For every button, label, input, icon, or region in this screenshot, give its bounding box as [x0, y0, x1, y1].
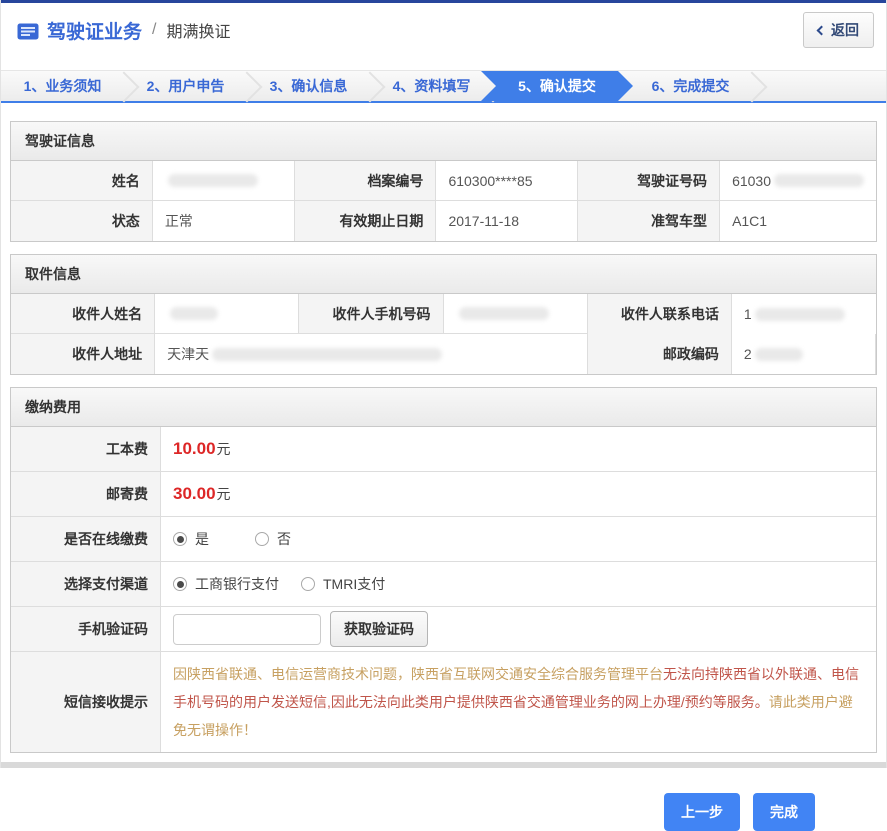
sms-notice-label: 短信接收提示: [11, 652, 161, 752]
status-value: 正常: [152, 201, 295, 241]
pickup-info-section: 取件信息 收件人姓名 收件人手机号码 收件人联系电话 1 收件人地址 天津天 邮…: [10, 254, 877, 375]
fee-value: 10.00 元: [161, 427, 876, 472]
chevron-left-icon: [816, 25, 827, 35]
breadcrumb-separator: /: [152, 21, 157, 38]
redacted-license-no: [774, 174, 864, 187]
pay-online-no-label: 否: [277, 531, 291, 547]
radio-unchecked-icon[interactable]: [255, 532, 269, 546]
step-navigation: 1、业务须知 2、用户申告 3、确认信息 4、资料填写 5、确认提交 6、完成提…: [1, 70, 886, 103]
radio-unchecked-icon[interactable]: [301, 577, 315, 591]
redacted-recipient-mobile: [458, 307, 549, 320]
file-no-label: 档案编号: [294, 161, 437, 201]
action-bar: 上一步 完成: [10, 765, 877, 831]
recipient-tel-label: 收件人联系电话: [587, 294, 732, 334]
payment-section: 缴纳费用 工本费 10.00元 邮寄费 30.00元 是否在线缴费 是 否: [10, 387, 877, 753]
name-label: 姓名: [11, 161, 153, 201]
postcode-label: 邮政编码: [587, 334, 732, 374]
file-no-value: 610300****85: [436, 161, 579, 201]
pay-online-options: 是 否: [161, 517, 876, 562]
get-code-button[interactable]: 获取验证码: [330, 611, 428, 647]
license-no-label: 驾驶证号码: [578, 161, 721, 201]
redacted-recipient-tel: [754, 307, 845, 321]
step-5-confirm-submit-active[interactable]: 5、确认提交: [481, 71, 633, 101]
expiry-label: 有效期止日期: [294, 201, 437, 241]
radio-checked-icon[interactable]: [173, 532, 187, 546]
channel-tmri-label: TMRI支付: [323, 576, 386, 592]
main-content: 驾驶证信息 姓名 档案编号 610300****85 驾驶证号码 61030 状…: [1, 103, 886, 831]
postcode-value: 2: [731, 334, 876, 374]
redacted-postcode: [754, 347, 803, 361]
payment-section-title: 缴纳费用: [11, 388, 876, 427]
radio-checked-icon[interactable]: [173, 577, 187, 591]
page-title: 驾驶证业务: [47, 21, 143, 43]
postage-amount: 30.00: [173, 484, 216, 503]
pay-online-label: 是否在线缴费: [11, 517, 161, 562]
postage-unit: 元: [216, 486, 231, 502]
redacted-address: [212, 347, 443, 361]
recipient-mobile-label: 收件人手机号码: [299, 294, 444, 334]
pay-channel-options: 工商银行支付 TMRI支付: [161, 562, 876, 607]
license-info-section: 驾驶证信息 姓名 档案编号 610300****85 驾驶证号码 61030 状…: [10, 121, 877, 242]
vehicle-class-value: A1C1: [720, 201, 876, 241]
status-label: 状态: [11, 201, 153, 241]
address-label: 收件人地址: [11, 334, 156, 374]
step-1-business-notice[interactable]: 1、业务须知: [1, 71, 124, 101]
name-value: [152, 161, 295, 201]
finish-button[interactable]: 完成: [753, 793, 815, 831]
previous-step-button[interactable]: 上一步: [664, 793, 740, 831]
step-4-fill-data[interactable]: 4、资料填写: [370, 71, 493, 101]
step-2-user-declaration[interactable]: 2、用户申告: [124, 71, 247, 101]
back-button-label: 返回: [831, 22, 859, 38]
pay-channel-label: 选择支付渠道: [11, 562, 161, 607]
redacted-recipient-name: [170, 307, 219, 320]
page-header: 驾驶证业务 / 期满换证 返回: [1, 3, 886, 57]
pickup-section-title: 取件信息: [11, 255, 876, 294]
postage-label: 邮寄费: [11, 472, 161, 517]
address-value: 天津天: [155, 334, 588, 374]
sms-code-row: 获取验证码: [161, 607, 876, 652]
channel-tmri-option[interactable]: TMRI支付: [301, 574, 385, 594]
fee-label: 工本费: [11, 427, 161, 472]
form-list-icon: [17, 23, 39, 40]
pay-online-yes-option[interactable]: 是: [173, 529, 209, 549]
recipient-name-label: 收件人姓名: [11, 294, 156, 334]
expiry-value: 2017-11-18: [436, 201, 579, 241]
sms-code-label: 手机验证码: [11, 607, 161, 652]
fee-amount: 10.00: [173, 439, 216, 458]
channel-icbc-option[interactable]: 工商银行支付: [173, 574, 279, 594]
recipient-tel-value: 1: [731, 294, 876, 334]
pay-online-no-option[interactable]: 否: [255, 529, 291, 549]
vehicle-class-label: 准驾车型: [578, 201, 721, 241]
notice-part-1: 因陕西省联通、电信运营商技术问题，陕西省互联网交通安全综合服务管理平台: [173, 666, 663, 682]
redacted-name: [167, 174, 258, 187]
postage-value: 30.00 元: [161, 472, 876, 517]
license-section-title: 驾驶证信息: [11, 122, 876, 161]
license-no-value: 61030: [720, 161, 876, 201]
recipient-mobile-value: [443, 294, 588, 334]
channel-icbc-label: 工商银行支付: [195, 576, 279, 592]
bottom-divider-strip: [1, 762, 886, 768]
breadcrumb-current: 期满换证: [166, 24, 231, 41]
step-6-complete-submit[interactable]: 6、完成提交: [629, 71, 752, 101]
fee-unit: 元: [216, 441, 231, 457]
sms-code-input[interactable]: [173, 613, 321, 645]
back-button[interactable]: 返回: [803, 12, 874, 48]
pay-online-yes-label: 是: [195, 531, 209, 547]
step-3-confirm-info[interactable]: 3、确认信息: [247, 71, 370, 101]
sms-notice-text: 因陕西省联通、电信运营商技术问题，陕西省互联网交通安全综合服务管理平台无法向持陕…: [161, 652, 876, 752]
recipient-name-value: [155, 294, 300, 334]
